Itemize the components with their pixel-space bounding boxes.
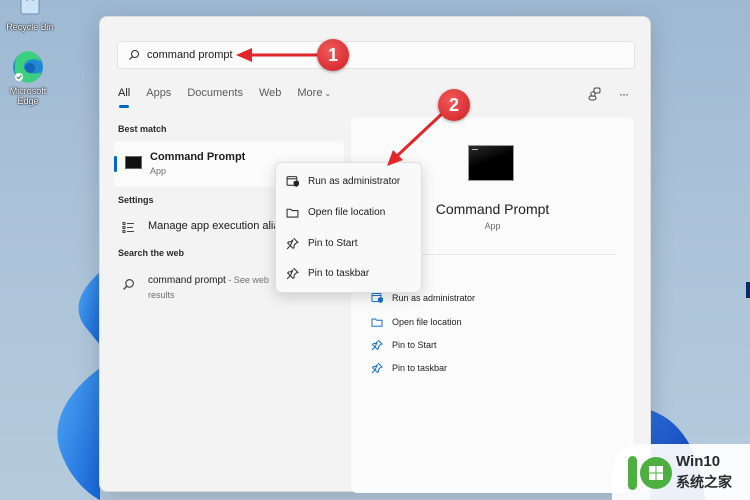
preview-action-label: Run as administrator (392, 293, 476, 303)
context-menu-run-as-admin[interactable]: Run as administrator (286, 175, 400, 188)
preview-action-label: Pin to taskbar (392, 363, 448, 373)
watermark: Win10 系统之家 (612, 444, 750, 500)
web-result[interactable]: command prompt - See web results (122, 273, 269, 303)
preview-action-label: Pin to Start (392, 340, 437, 350)
context-menu-pin-to-start[interactable]: Pin to Start (286, 237, 357, 250)
search-icon (122, 278, 135, 291)
settings-result-label: Manage app execution alias (148, 220, 285, 232)
best-match-type: App (150, 166, 167, 176)
context-menu-open-file-location[interactable]: Open file location (286, 206, 385, 219)
tab-documents[interactable]: Documents (187, 87, 243, 99)
desktop-icon-recycle-bin[interactable]: Recycle Bin (0, 0, 60, 32)
best-match-heading: Best match (118, 124, 167, 134)
step-badge-1: 1 (317, 39, 349, 71)
run-as-admin-icon (371, 292, 383, 304)
chevron-down-icon: ⌄ (324, 89, 332, 98)
tab-web[interactable]: Web (259, 87, 281, 99)
search-icon (128, 49, 140, 61)
preview-action-label: Open file location (392, 317, 462, 327)
watermark-subtitle: 系统之家 (676, 474, 732, 490)
list-settings-icon (122, 221, 135, 234)
folder-icon (371, 316, 383, 328)
command-prompt-large-icon (468, 145, 514, 181)
command-prompt-icon (125, 156, 142, 169)
connected-devices-icon[interactable] (587, 87, 603, 101)
search-web-heading: Search the web (118, 248, 185, 258)
run-as-admin-icon (286, 175, 299, 188)
search-tabs: All Apps Documents Web More ⌄ (118, 87, 347, 108)
pin-icon (286, 237, 299, 250)
recycle-bin-icon (13, 0, 47, 20)
search-query: command prompt (147, 49, 233, 61)
folder-icon (286, 206, 299, 219)
pin-icon (371, 362, 383, 374)
settings-result[interactable]: Manage app execution alias (122, 220, 285, 234)
step-badge-2: 2 (438, 89, 470, 121)
context-menu-label: Open file location (308, 207, 386, 218)
preview-action-open-file-location[interactable]: Open file location (371, 316, 462, 328)
preview-action-pin-to-start[interactable]: Pin to Start (371, 339, 437, 351)
preview-action-run-as-admin[interactable]: Run as administrator (371, 292, 475, 304)
desktop-icon-microsoft-edge[interactable]: Microsoft Edge (0, 50, 58, 106)
context-menu-label: Pin to taskbar (308, 268, 370, 279)
web-result-query: command prompt (148, 275, 226, 286)
tab-more-label: More (297, 87, 323, 99)
selection-indicator (114, 156, 117, 172)
best-match-name: Command Prompt (150, 151, 246, 163)
context-menu-pin-to-taskbar[interactable]: Pin to taskbar (286, 267, 369, 280)
win10-logo-icon (628, 456, 672, 490)
desktop-icon-label: Recycle Bin (6, 22, 54, 32)
top-actions: ··· (587, 87, 629, 101)
more-options-button[interactable]: ··· (619, 87, 629, 101)
context-menu-label: Run as administrator (308, 176, 401, 187)
desktop-icon-label: Microsoft Edge (9, 86, 47, 106)
tab-all[interactable]: All (118, 87, 130, 108)
settings-heading: Settings (118, 195, 154, 205)
tab-apps[interactable]: Apps (146, 87, 171, 99)
preview-action-pin-to-taskbar[interactable]: Pin to taskbar (371, 362, 447, 374)
microsoft-edge-icon (11, 50, 45, 84)
pin-icon (286, 267, 299, 280)
context-menu: Run as administrator Open file location … (275, 162, 422, 293)
web-result-suffix: - See web (225, 275, 269, 285)
web-result-line2: results (148, 290, 175, 300)
context-menu-label: Pin to Start (308, 238, 358, 249)
search-input[interactable]: command prompt (117, 41, 635, 69)
tab-more[interactable]: More ⌄ (297, 87, 331, 99)
pin-icon (371, 339, 383, 351)
watermark-title: Win10 (676, 453, 721, 470)
